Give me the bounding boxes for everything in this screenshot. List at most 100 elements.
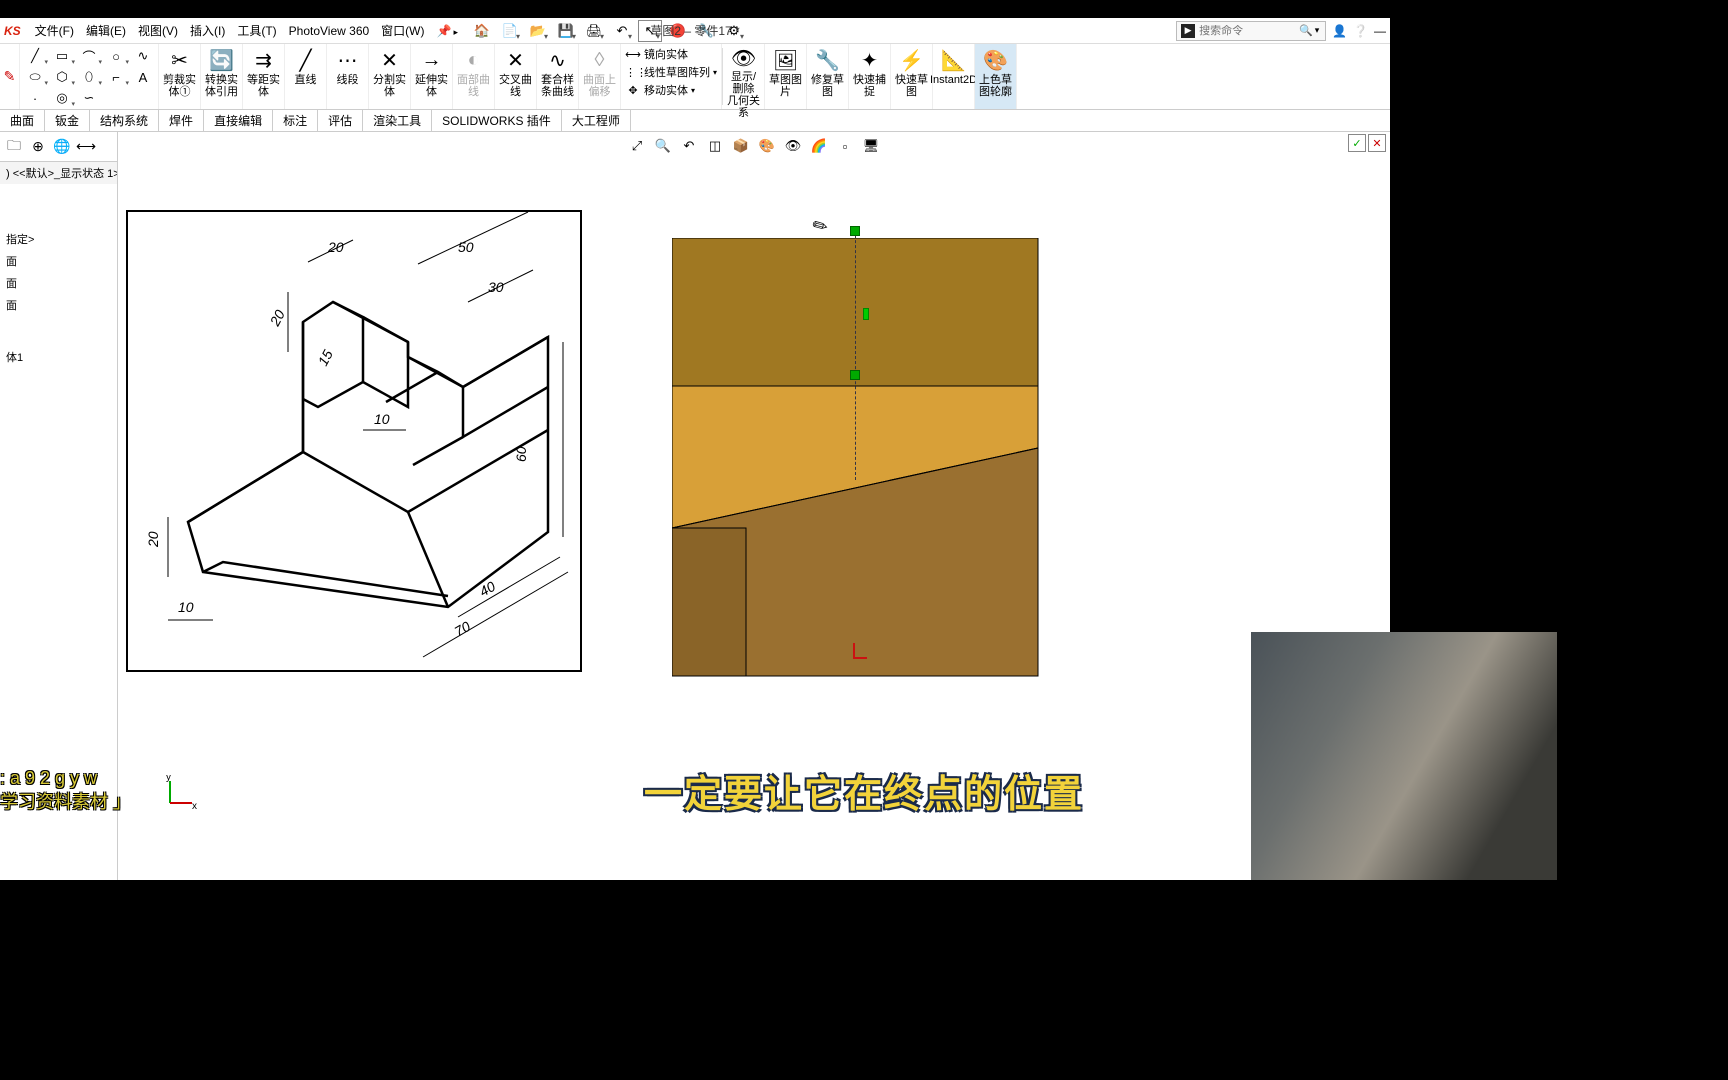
extend-cmd[interactable]: →延伸实体 xyxy=(411,44,453,109)
appearance-icon[interactable]: 🌈 xyxy=(809,136,829,156)
svg-text:40: 40 xyxy=(477,578,499,600)
menu-photoview[interactable]: PhotoView 360 xyxy=(283,22,376,40)
home-icon[interactable]: 🏠 xyxy=(470,20,494,42)
hide-show-icon[interactable]: 👁 xyxy=(783,136,803,156)
webcam-overlay xyxy=(1251,632,1557,880)
menu-pin[interactable]: 📌▸ xyxy=(431,22,464,40)
print-icon[interactable]: 🖨 xyxy=(582,20,606,42)
fit-spline[interactable]: ∿套合样条曲线 xyxy=(537,44,579,109)
polygon-tool-icon[interactable]: ⬡ xyxy=(49,67,75,87)
prev-view-icon[interactable]: ↶ xyxy=(679,136,699,156)
search-input[interactable] xyxy=(1199,25,1299,37)
tab-directedit[interactable]: 直接编辑 xyxy=(204,110,273,131)
dim-tab-icon[interactable]: ⟷ xyxy=(76,137,96,157)
watermark-text: : a 9 2 g y w 学习资料素材 」 xyxy=(0,766,131,814)
rect-tool-icon[interactable]: ▭ xyxy=(49,46,75,66)
tab-render[interactable]: 渲染工具 xyxy=(363,110,432,131)
app-brand: KS xyxy=(4,24,21,38)
svg-text:30: 30 xyxy=(488,279,504,295)
slot-tool-icon[interactable]: ⬭ xyxy=(22,67,48,87)
terminal-icon: ▶ xyxy=(1181,24,1195,38)
section-icon[interactable]: ◫ xyxy=(705,136,725,156)
svg-text:x: x xyxy=(192,801,197,812)
circle-tool-icon[interactable]: ○ xyxy=(103,46,129,66)
menu-view[interactable]: 视图(V) xyxy=(132,20,184,41)
linear-pattern[interactable]: ⋮⋮线性草图阵列 ▾ xyxy=(625,64,717,80)
svg-text:10: 10 xyxy=(374,411,390,427)
view-toolbar: ⤢ 🔍 ↶ ◫ 📦 🎨 👁 🌈 ▫ 🖥 xyxy=(623,134,885,158)
minimize-icon[interactable]: — xyxy=(1374,24,1386,38)
user-icon[interactable]: 👤 xyxy=(1332,24,1347,38)
line-cmd[interactable]: ╱直线 xyxy=(285,44,327,109)
repair-sketch[interactable]: 🔧修复草图 xyxy=(807,44,849,109)
tree-tab-icon[interactable]: 🗀 xyxy=(4,137,24,157)
tree-plane-2[interactable]: 面 xyxy=(0,272,117,294)
trim-entities[interactable]: ✂剪裁实体① xyxy=(159,44,201,109)
view-settings-icon[interactable]: 🖥 xyxy=(861,136,881,156)
ribbon: ✎ ╱ ▭ ⌒ ○ ∿ ⬭ ⬡ ⬯ ⌐ A · ◎ ∽ ✂剪裁实体① 🔄转换实体… xyxy=(0,44,1390,110)
intersect-curve[interactable]: ✕交叉曲线 xyxy=(495,44,537,109)
view-orient-icon[interactable]: 📦 xyxy=(731,136,751,156)
arc-tool-icon[interactable]: ⌒ xyxy=(76,46,102,66)
sketch-endpoint-handle[interactable] xyxy=(850,226,860,236)
sketch-picture[interactable]: 🖼草图图片 xyxy=(765,44,807,109)
tab-engineer[interactable]: 大工程师 xyxy=(562,110,631,131)
move-entities[interactable]: ✥移动实体 ▾ xyxy=(625,82,717,98)
undo-icon[interactable]: ↶ xyxy=(610,20,634,42)
segment-cmd[interactable]: ⋯线段 xyxy=(327,44,369,109)
zoom-area-icon[interactable]: 🔍 xyxy=(653,136,673,156)
svg-text:15: 15 xyxy=(315,347,337,368)
text-tool-icon[interactable]: A xyxy=(130,67,156,87)
sketch-endpoint-handle-2[interactable] xyxy=(850,370,860,380)
display-style-icon[interactable]: 🎨 xyxy=(757,136,777,156)
config-tab-icon[interactable]: 🌐 xyxy=(52,137,72,157)
convert-entities[interactable]: 🔄转换实体引用 xyxy=(201,44,243,109)
tree-plane-3[interactable]: 面 xyxy=(0,294,117,316)
donut-tool-icon[interactable]: ◎ xyxy=(49,88,75,108)
menu-edit[interactable]: 编辑(E) xyxy=(80,20,132,41)
display-state-header[interactable]: ) <<默认>_显示状态 1> xyxy=(0,162,117,184)
open-icon[interactable]: 📂 xyxy=(526,20,550,42)
property-tab-icon[interactable]: ⊕ xyxy=(28,137,48,157)
menu-file[interactable]: 文件(F) xyxy=(29,20,80,41)
tab-plugin[interactable]: SOLIDWORKS 插件 xyxy=(432,110,562,131)
svg-text:20: 20 xyxy=(327,239,344,255)
tab-annotate[interactable]: 标注 xyxy=(273,110,318,131)
scene-icon[interactable]: ▫ xyxy=(835,136,855,156)
exit-sketch-icon[interactable]: ✎ xyxy=(0,44,20,109)
rapid-sketch[interactable]: ⚡快速草图 xyxy=(891,44,933,109)
menu-window[interactable]: 窗口(W) xyxy=(375,20,430,41)
tree-unspecified[interactable]: 指定> xyxy=(0,228,117,250)
spline-tool-icon[interactable]: ∿ xyxy=(130,46,156,66)
cancel-sketch-icon[interactable]: ✕ xyxy=(1368,134,1386,152)
search-box[interactable]: ▶ 🔍 ▾ xyxy=(1176,21,1326,41)
curve-tool-icon[interactable]: ∽ xyxy=(76,88,102,108)
zoom-fit-icon[interactable]: ⤢ xyxy=(627,136,647,156)
tab-surface[interactable]: 曲面 xyxy=(0,110,45,131)
instant-2d[interactable]: 📐Instant2D xyxy=(933,44,975,109)
new-icon[interactable]: 📄 xyxy=(498,20,522,42)
tree-body[interactable]: 体1 xyxy=(0,346,117,368)
tab-structsys[interactable]: 结构系统 xyxy=(90,110,159,131)
menu-tools[interactable]: 工具(T) xyxy=(231,20,282,41)
tab-weldment[interactable]: 焊件 xyxy=(159,110,204,131)
confirm-sketch-icon[interactable]: ✓ xyxy=(1348,134,1366,152)
split-cmd[interactable]: ✕分割实体 xyxy=(369,44,411,109)
tab-sheetmetal[interactable]: 钣金 xyxy=(45,110,90,131)
tree-plane-1[interactable]: 面 xyxy=(0,250,117,272)
tab-evaluate[interactable]: 评估 xyxy=(318,110,363,131)
fillet-tool-icon[interactable]: ⌐ xyxy=(103,67,129,87)
menu-insert[interactable]: 插入(I) xyxy=(184,20,231,41)
ellipse-tool-icon[interactable]: ⬯ xyxy=(76,67,102,87)
quick-snap[interactable]: ✦快速捕捉 xyxy=(849,44,891,109)
shaded-sketch[interactable]: 🎨上色草图轮廓 xyxy=(975,44,1017,109)
line-tool-icon[interactable]: ╱ xyxy=(22,46,48,66)
point-tool-icon[interactable]: · xyxy=(22,88,48,108)
mirror-entities[interactable]: ⟷镜向实体 xyxy=(625,46,717,62)
show-relations[interactable]: 👁显示/删除几何关系 xyxy=(723,44,765,109)
help-icon[interactable]: ❔ xyxy=(1353,24,1368,38)
save-icon[interactable]: 💾 xyxy=(554,20,578,42)
search-icon[interactable]: 🔍 xyxy=(1299,24,1313,37)
search-dropdown-icon[interactable]: ▾ xyxy=(1315,25,1320,36)
offset-entities[interactable]: ⇉等距实体 xyxy=(243,44,285,109)
